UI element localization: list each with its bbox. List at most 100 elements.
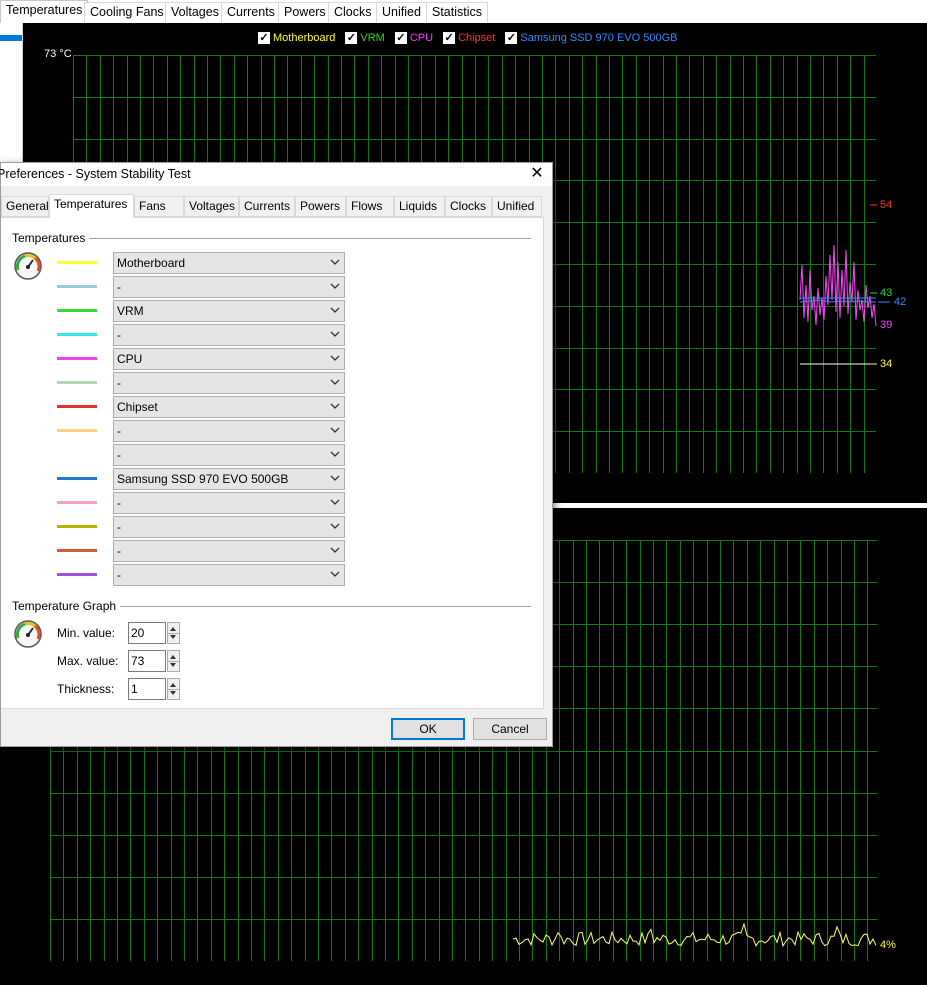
tab-voltages-pref[interactable]: Voltages [184, 196, 239, 217]
sensor-select[interactable]: - [113, 420, 345, 442]
sensor-select-value: - [117, 424, 121, 438]
sensor-select-value: - [117, 376, 121, 390]
tab-currents-pref[interactable]: Currents [239, 196, 295, 217]
sensor-select-value: Motherboard [117, 256, 186, 270]
sensor-select-value: - [117, 328, 121, 342]
color-swatch[interactable] [57, 573, 97, 576]
chevron-down-icon[interactable] [330, 378, 340, 386]
cancel-button[interactable]: Cancel [473, 718, 547, 740]
group-divider [117, 606, 531, 607]
color-swatch[interactable] [57, 405, 97, 408]
usage-series-line [512, 922, 877, 948]
spin-down-icon[interactable] [170, 635, 176, 639]
chevron-down-icon[interactable] [330, 450, 340, 458]
readout-vrm: 43 [880, 287, 893, 299]
sensor-select[interactable]: - [113, 564, 345, 586]
color-swatch[interactable] [57, 261, 97, 264]
cpu-series-line [799, 244, 877, 327]
chevron-down-icon[interactable] [330, 258, 340, 266]
sensor-select-value: Chipset [117, 400, 158, 414]
usage-readout: 4% [880, 939, 896, 951]
tab-unified-pref[interactable]: Unified [492, 196, 542, 217]
temperatures-panel: Temperatures Motherboard - VRM - CPU - Chipset… [1, 217, 544, 709]
spin-up-icon[interactable] [170, 683, 176, 687]
dialog-title: Preferences - System Stability Test [0, 167, 191, 181]
min-value-stepper[interactable] [167, 622, 180, 644]
readout-cpu: 39 [880, 319, 893, 331]
thickness-label: Thickness: [57, 682, 115, 696]
sensor-select[interactable]: - [113, 492, 345, 514]
close-icon[interactable]: ✕ [528, 165, 546, 183]
thermometer-gauge-icon [14, 252, 42, 280]
tab-clocks-pref[interactable]: Clocks [445, 196, 492, 217]
spin-up-icon[interactable] [170, 627, 176, 631]
sensor-select[interactable]: VRM [113, 300, 345, 322]
thickness-stepper[interactable] [167, 678, 180, 700]
color-swatch[interactable] [57, 381, 97, 384]
preferences-dialog: Preferences - System Stability Test ✕ Ge… [0, 162, 553, 747]
max-value-input[interactable]: 73 [128, 650, 166, 672]
sensor-select[interactable]: - [113, 276, 345, 298]
sensor-select-value: - [117, 544, 121, 558]
ok-button[interactable]: OK [391, 718, 465, 740]
readout-motherboard: 34 [880, 358, 893, 370]
thickness-input[interactable]: 1 [128, 678, 166, 700]
sensor-select[interactable]: - [113, 372, 345, 394]
tab-liquids[interactable]: Liquids [394, 196, 445, 217]
dialog-tab-strip: General Temperatures Fans Voltages Curre… [1, 194, 554, 218]
spin-up-icon[interactable] [170, 655, 176, 659]
sensor-select-value: VRM [117, 304, 144, 318]
spin-down-icon[interactable] [170, 663, 176, 667]
chevron-down-icon[interactable] [330, 306, 340, 314]
sensor-select[interactable]: Chipset [113, 396, 345, 418]
sensor-select-value: - [117, 568, 121, 582]
color-swatch[interactable] [57, 549, 97, 552]
max-value-stepper[interactable] [167, 650, 180, 672]
sensor-select-value: - [117, 520, 121, 534]
spin-down-icon[interactable] [170, 691, 176, 695]
sensor-select[interactable]: - [113, 540, 345, 562]
color-swatch[interactable] [57, 333, 97, 336]
tab-fans[interactable]: Fans [134, 196, 184, 217]
chevron-down-icon[interactable] [330, 498, 340, 506]
sensor-select[interactable]: - [113, 324, 345, 346]
temperatures-group-label: Temperatures [12, 231, 90, 245]
min-value-input[interactable]: 20 [128, 622, 166, 644]
min-value-label: Min. value: [57, 626, 116, 640]
chevron-down-icon[interactable] [330, 522, 340, 530]
color-swatch[interactable] [57, 309, 97, 312]
dialog-titlebar[interactable]: Preferences - System Stability Test ✕ [0, 163, 552, 186]
chevron-down-icon[interactable] [330, 426, 340, 434]
tab-general[interactable]: General [1, 196, 49, 217]
color-swatch[interactable] [57, 477, 97, 480]
sensor-select[interactable]: - [113, 516, 345, 538]
color-swatch[interactable] [57, 429, 97, 432]
color-swatch[interactable] [57, 285, 97, 288]
sensor-select-value: - [117, 496, 121, 510]
color-swatch[interactable] [57, 501, 97, 504]
chevron-down-icon[interactable] [330, 474, 340, 482]
sensor-select-value: - [117, 448, 121, 462]
chevron-down-icon[interactable] [330, 402, 340, 410]
readout-ssd: 42 [894, 296, 907, 308]
sensor-select-value: Samsung SSD 970 EVO 500GB [117, 472, 289, 486]
chevron-down-icon[interactable] [330, 546, 340, 554]
color-swatch[interactable] [57, 525, 97, 528]
sensor-select[interactable]: CPU [113, 348, 345, 370]
group-divider [85, 238, 531, 239]
sensor-select-value: CPU [117, 352, 143, 366]
tab-temperatures-pref[interactable]: Temperatures [49, 194, 134, 218]
sensor-select[interactable]: Samsung SSD 970 EVO 500GB [113, 468, 345, 490]
max-value-label: Max. value: [57, 654, 119, 668]
chevron-down-icon[interactable] [330, 282, 340, 290]
color-swatch[interactable] [57, 357, 97, 360]
chevron-down-icon[interactable] [330, 570, 340, 578]
sensor-select[interactable]: Motherboard [113, 252, 345, 274]
tab-flows[interactable]: Flows [346, 196, 394, 217]
thermometer-gauge-icon [14, 620, 42, 648]
chevron-down-icon[interactable] [330, 354, 340, 362]
sensor-select[interactable]: - [113, 444, 345, 466]
chevron-down-icon[interactable] [330, 330, 340, 338]
tab-powers-pref[interactable]: Powers [295, 196, 346, 217]
readout-chipset: 54 [880, 199, 893, 211]
